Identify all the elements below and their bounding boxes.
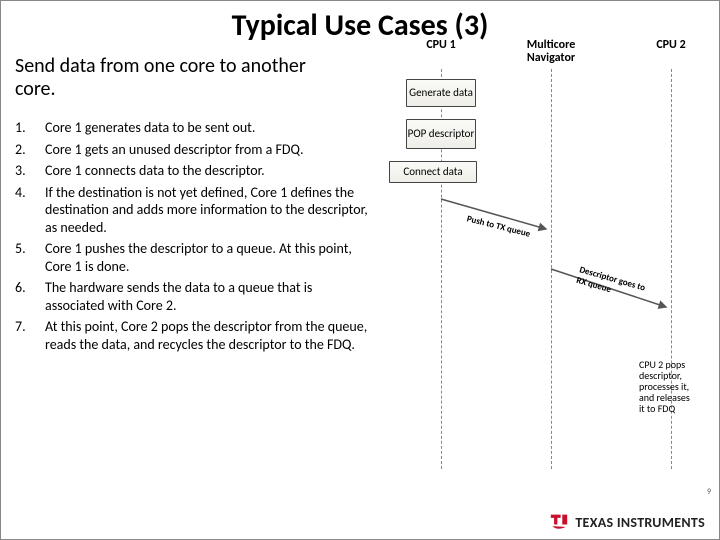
col-nav: Multicore Navigator [511, 39, 591, 65]
page-number: 9 [707, 487, 711, 497]
list-item: 7.At this point, Core 2 pops the descrip… [15, 318, 373, 353]
list-item: 6.The hardware sends the data to a queue… [15, 279, 373, 314]
list-item: 2.Core 1 gets an unused descriptor from … [15, 141, 373, 159]
list-item: 3.Core 1 connects data to the descriptor… [15, 162, 373, 180]
slide: Typical Use Cases (3) Send data from one… [0, 0, 720, 540]
list-item: 1.Core 1 generates data to be sent out. [15, 119, 373, 137]
slide-subtitle: Send data from one core to another core. [15, 55, 335, 101]
brand-footer: TEXAS INSTRUMENTS [549, 513, 705, 531]
box-generate: Generate data [406, 79, 476, 107]
flow-diagram: CPU 1 Multicore Navigator CPU 2 Generate… [381, 39, 711, 499]
list-item: 5.Core 1 pushes the descriptor to a queu… [15, 240, 373, 275]
box-connect: Connect data [389, 161, 477, 183]
brand-text: TEXAS INSTRUMENTS [575, 514, 705, 531]
steps-list: 1.Core 1 generates data to be sent out. … [15, 119, 373, 357]
ti-logo-icon [549, 513, 569, 531]
cpu2-action: CPU 2 pops descriptor, processes it, and… [639, 359, 711, 414]
slide-title: Typical Use Cases (3) [1, 1, 719, 44]
list-item: 4.If the destination is not yet defined,… [15, 184, 373, 237]
col-cpu1: CPU 1 [411, 39, 471, 52]
box-pop: POP descriptor [406, 119, 476, 149]
col-cpu2: CPU 2 [641, 39, 701, 52]
